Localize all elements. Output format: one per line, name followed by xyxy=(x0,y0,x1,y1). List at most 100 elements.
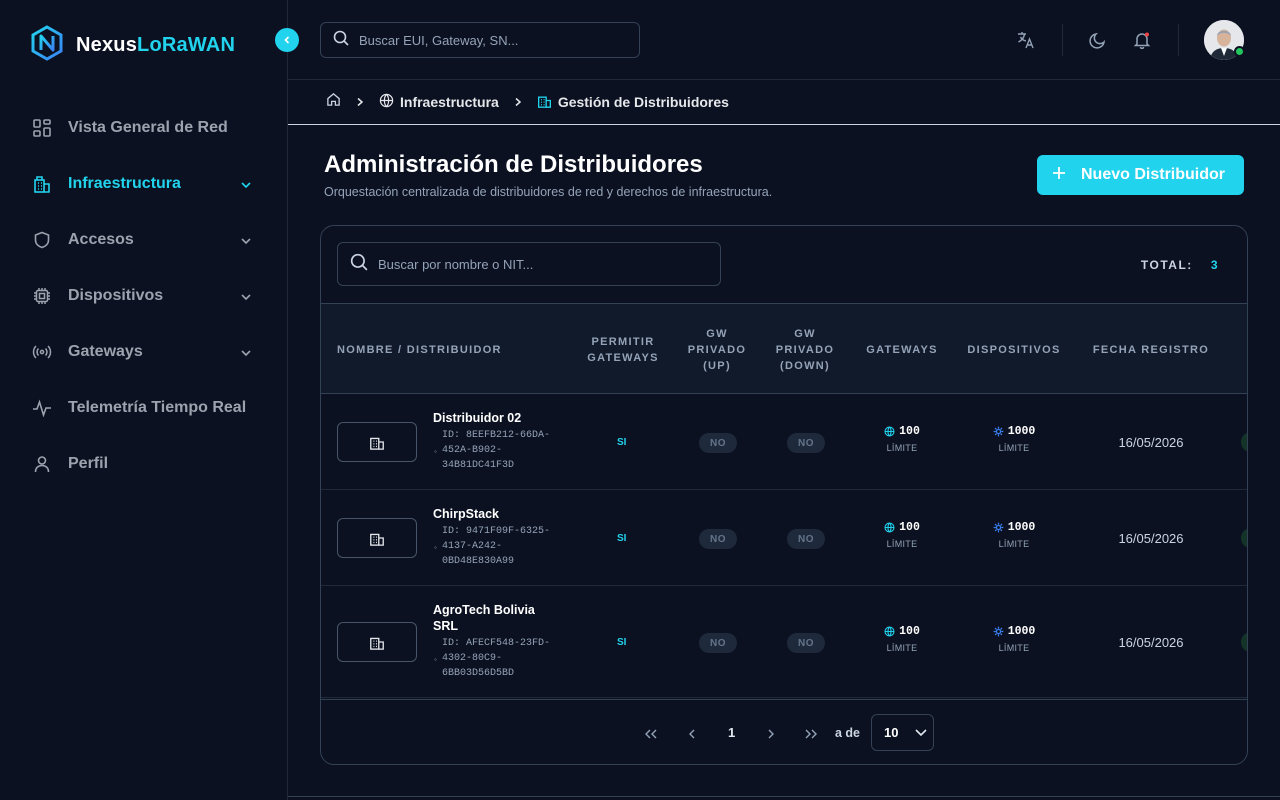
moon-icon[interactable] xyxy=(1086,28,1110,52)
column-header-name[interactable]: NOMBRE / DISTRIBUIDOR xyxy=(337,304,502,395)
sidebar-item-dispositivos[interactable]: Dispositivos xyxy=(0,268,288,324)
building-icon xyxy=(32,174,52,194)
distributor-avatar[interactable] xyxy=(337,518,417,558)
last-page-button[interactable] xyxy=(803,724,819,744)
sidebar-collapse-button[interactable] xyxy=(275,28,299,52)
sidebar-item-accesos[interactable]: Accesos xyxy=(0,212,288,268)
chevrons-left-icon xyxy=(645,729,657,739)
chevron-left-icon xyxy=(689,729,695,739)
brand[interactable]: NexusLoRaWAN xyxy=(28,24,235,67)
table-search-input[interactable] xyxy=(378,256,698,272)
global-search-input[interactable] xyxy=(359,32,619,48)
table-row[interactable]: AgroTech Bolivia SRL ◦ ID: AFECF548-23FD-… xyxy=(321,586,1247,698)
gateways-limit: 100 LÍMITE xyxy=(857,521,947,549)
chevron-right-icon xyxy=(355,94,365,110)
page-size-value: 10 xyxy=(884,725,899,740)
breadcrumb-current: Gestión de Distribuidores xyxy=(537,93,729,111)
page-title: Administración de Distribuidores xyxy=(324,151,703,178)
gateways-limit: 100 LÍMITE xyxy=(857,625,947,653)
gw-up-badge: NO xyxy=(699,433,737,453)
status-badge xyxy=(1241,632,1247,652)
sidebar-item-label: Dispositivos xyxy=(68,287,164,304)
first-page-button[interactable] xyxy=(643,724,659,744)
gw-up-badge: NO xyxy=(699,633,737,653)
column-header-devices[interactable]: DISPOSITIVOS xyxy=(959,304,1069,395)
total-value: 3 xyxy=(1210,258,1219,272)
sidebar-item-gateways[interactable]: Gateways xyxy=(0,324,288,380)
new-distributor-button[interactable]: Nuevo Distribuidor xyxy=(1037,155,1244,195)
shield-icon xyxy=(32,230,52,250)
column-header-allow[interactable]: PERMITIR GATEWAYS xyxy=(579,304,667,395)
column-header-date[interactable]: FECHA REGISTRO xyxy=(1085,304,1217,395)
chevron-right-icon xyxy=(513,94,523,110)
distributor-id: ◦ ID: AFECF548-23FD-4302-80C9-6BB03D56D5B… xyxy=(433,638,551,679)
column-header-gw-up[interactable]: GW PRIVADO (UP) xyxy=(681,304,753,395)
devices-limit: 1000 LÍMITE xyxy=(969,625,1059,653)
sidebar-nav: Vista General de Red Infraestructura Acc… xyxy=(0,100,288,492)
sidebar-item-perfil[interactable]: Perfil xyxy=(0,436,288,492)
gw-down-badge: NO xyxy=(787,633,825,653)
table-row[interactable]: ChirpStack ◦ ID: 9471F09F-6325-4137-A242-… xyxy=(321,490,1247,586)
of-label: a de xyxy=(835,726,861,740)
sidebar: NexusLoRaWAN Vista General de Red Infrae… xyxy=(0,0,288,800)
devices-limit: 1000 LÍMITE xyxy=(969,425,1059,453)
bell-icon[interactable] xyxy=(1130,28,1154,52)
divider xyxy=(1178,24,1179,56)
brand-name: NexusLoRaWAN xyxy=(76,34,236,56)
logo-icon xyxy=(28,24,66,67)
sidebar-item-infraestructura[interactable]: Infraestructura xyxy=(0,156,288,212)
sidebar-item-vista-general[interactable]: Vista General de Red xyxy=(0,100,288,156)
online-status-dot xyxy=(1234,46,1245,57)
sidebar-item-label: Vista General de Red xyxy=(68,119,228,136)
current-page[interactable]: 1 xyxy=(728,722,735,742)
top-bar xyxy=(288,0,1280,80)
building-icon xyxy=(370,437,384,450)
status-badge xyxy=(1241,432,1247,452)
distributor-id: ◦ ID: 8EEFB212-66DA-452A-B902-34B81DC41F3… xyxy=(433,430,551,471)
breadcrumb-infraestructura[interactable]: Infraestructura xyxy=(379,93,499,111)
column-header-gateways[interactable]: GATEWAYS xyxy=(857,304,947,395)
table-search[interactable] xyxy=(337,242,721,286)
allow-gateways-value: SI xyxy=(617,437,627,448)
global-search[interactable] xyxy=(320,22,640,58)
plus-icon xyxy=(1051,165,1067,186)
table-row[interactable]: Distribuidor 02 ◦ ID: 8EEFB212-66DA-452A-… xyxy=(321,394,1247,490)
gw-up-badge: NO xyxy=(699,529,737,549)
translate-icon[interactable] xyxy=(1014,28,1038,52)
sidebar-item-label: Telemetría Tiempo Real xyxy=(68,399,247,416)
search-icon xyxy=(350,253,368,276)
chevron-right-icon xyxy=(768,729,774,739)
allow-gateways-value: SI xyxy=(617,637,627,648)
breadcrumb-label: Gestión de Distribuidores xyxy=(557,94,729,110)
next-page-button[interactable] xyxy=(766,724,776,744)
status-badge xyxy=(1241,528,1247,548)
divider xyxy=(1062,24,1063,56)
signal-icon xyxy=(32,342,52,362)
chevron-down-icon xyxy=(240,290,252,308)
allow-gateways-value: SI xyxy=(617,533,627,544)
globe-icon xyxy=(884,522,895,533)
sidebar-item-telemetria[interactable]: Telemetría Tiempo Real xyxy=(0,380,288,436)
prev-page-button[interactable] xyxy=(687,724,697,744)
new-distributor-label: Nuevo Distribuidor xyxy=(1081,166,1226,183)
globe-icon xyxy=(884,626,895,637)
distributor-name: AgroTech Bolivia SRL xyxy=(433,603,535,633)
globe-icon xyxy=(884,426,895,437)
home-icon[interactable] xyxy=(326,92,341,112)
search-icon xyxy=(333,30,349,51)
cpu-icon xyxy=(993,522,1003,533)
registration-date: 16/05/2026 xyxy=(1118,635,1184,650)
distributor-avatar[interactable] xyxy=(337,622,417,662)
building-icon xyxy=(537,93,552,111)
page-size-select[interactable]: 10 xyxy=(871,714,934,751)
chevron-down-icon xyxy=(240,178,252,196)
pagination: 1 a de 10 xyxy=(321,699,1247,764)
distributor-name: Distribuidor 02 xyxy=(433,411,522,425)
column-header-gw-down[interactable]: GW PRIVADO (DOWN) xyxy=(769,304,841,395)
distributor-id: ◦ ID: 9471F09F-6325-4137-A242-0BD48E830A9… xyxy=(433,526,551,567)
distributor-name: ChirpStack xyxy=(433,507,499,521)
registration-date: 16/05/2026 xyxy=(1118,531,1184,546)
distributor-avatar[interactable] xyxy=(337,422,417,462)
globe-icon xyxy=(379,93,394,111)
chevron-left-icon xyxy=(284,36,290,44)
